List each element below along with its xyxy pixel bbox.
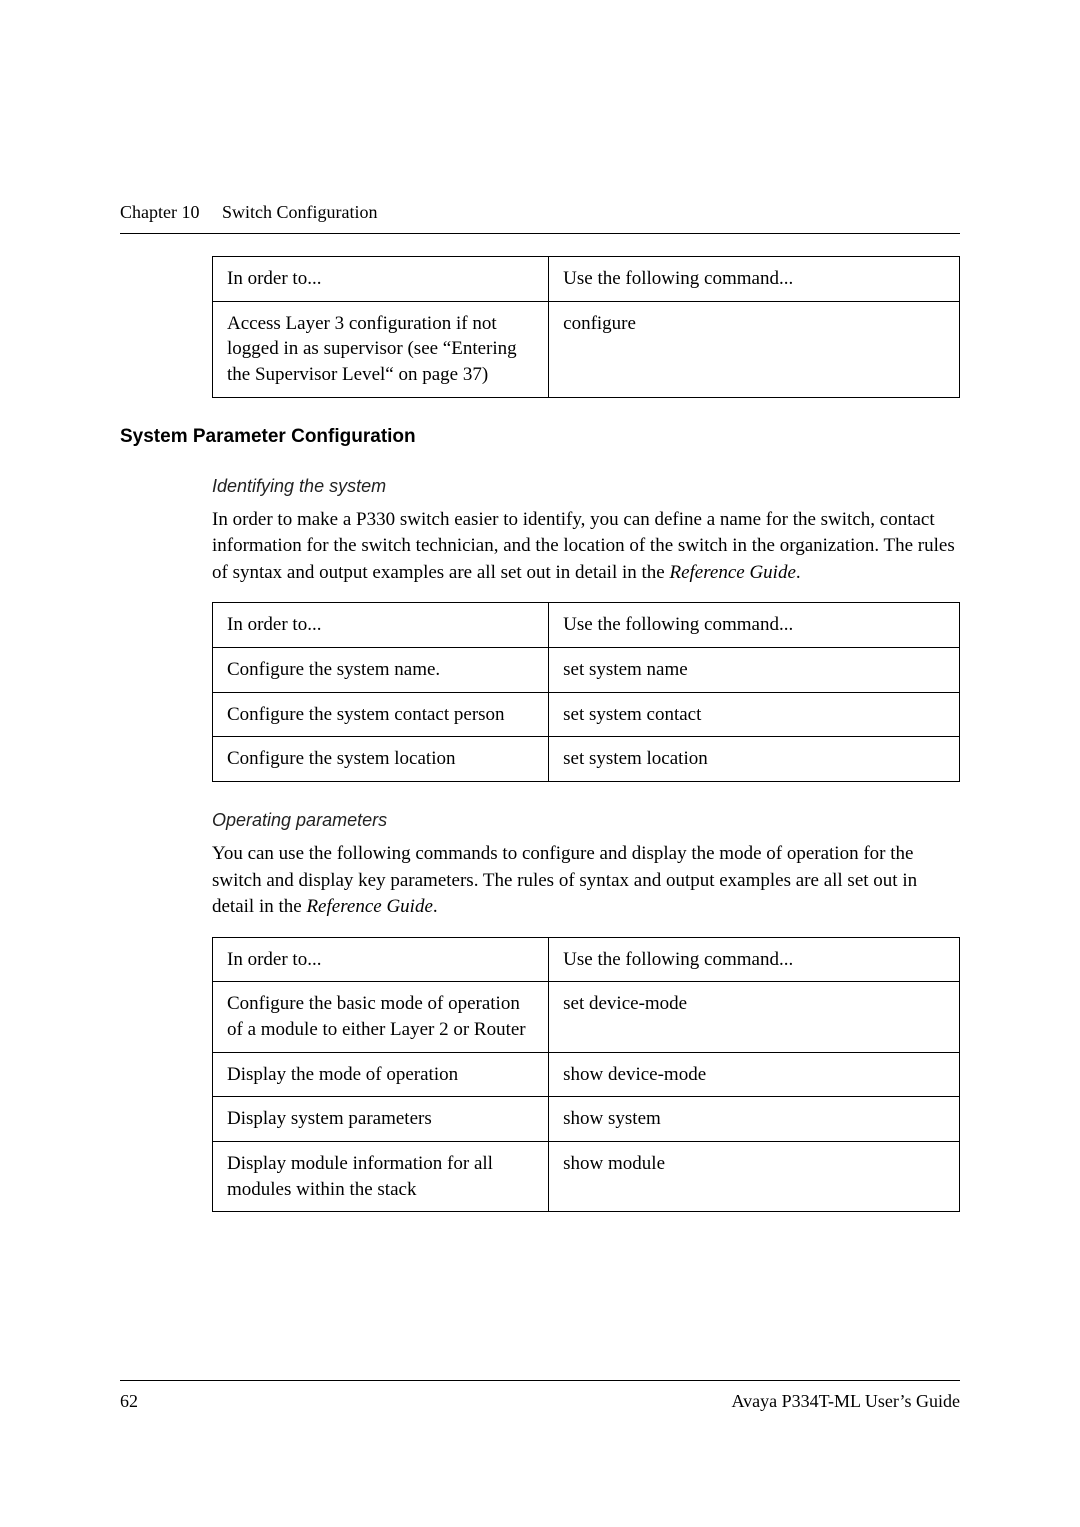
table-cell: configure — [549, 301, 960, 397]
section-heading: System Parameter Configuration — [120, 426, 960, 448]
table-header-row: In order to... Use the following command… — [213, 603, 960, 648]
table-header-cell: In order to... — [213, 937, 549, 982]
table-header-row: In order to... Use the following command… — [213, 257, 960, 302]
table-header-cell: In order to... — [213, 603, 549, 648]
table-cell: set system name — [549, 647, 960, 692]
command-table-3: In order to... Use the following command… — [212, 937, 960, 1212]
header-divider — [120, 233, 960, 234]
table-header-cell: Use the following command... — [549, 257, 960, 302]
table-header-cell: Use the following command... — [549, 603, 960, 648]
command-table-1: In order to... Use the following command… — [212, 256, 960, 398]
body-paragraph: You can use the following commands to co… — [212, 841, 960, 921]
page-footer: 62 Avaya P334T-ML User’s Guide — [120, 1380, 960, 1412]
table-row: Configure the system name. set system na… — [213, 647, 960, 692]
table-row: Configure the system location set system… — [213, 737, 960, 782]
table-cell: Display the mode of operation — [213, 1052, 549, 1097]
table-header-row: In order to... Use the following command… — [213, 937, 960, 982]
table-cell: show module — [549, 1141, 960, 1211]
table-cell: show system — [549, 1097, 960, 1142]
command-table-2: In order to... Use the following command… — [212, 602, 960, 782]
table-row: Display system parameters show system — [213, 1097, 960, 1142]
chapter-number: Chapter 10 — [120, 202, 199, 222]
table-row: Access Layer 3 configuration if not logg… — [213, 301, 960, 397]
table-cell: set system contact — [549, 692, 960, 737]
paragraph-end: . — [796, 562, 801, 583]
table-cell: Configure the system name. — [213, 647, 549, 692]
paragraph-italic: Reference Guide — [306, 896, 432, 917]
table-row: Display the mode of operation show devic… — [213, 1052, 960, 1097]
footer-divider — [120, 1380, 960, 1381]
paragraph-text: In order to make a P330 switch easier to… — [212, 509, 955, 583]
table-cell: set device-mode — [549, 982, 960, 1052]
table-cell: set system location — [549, 737, 960, 782]
table-cell: Display system parameters — [213, 1097, 549, 1142]
paragraph-end: . — [433, 896, 438, 917]
table-header-cell: In order to... — [213, 257, 549, 302]
sub-heading: Identifying the system — [212, 476, 960, 497]
page-header: Chapter 10 Switch Configuration — [120, 202, 960, 223]
sub-heading: Operating parameters — [212, 810, 960, 831]
table-cell: Configure the basic mode of operation of… — [213, 982, 549, 1052]
table-row: Configure the system contact person set … — [213, 692, 960, 737]
table-cell: Display module information for all modul… — [213, 1141, 549, 1211]
table-cell: show device-mode — [549, 1052, 960, 1097]
page-number: 62 — [120, 1391, 138, 1412]
table-header-cell: Use the following command... — [549, 937, 960, 982]
table-row: Display module information for all modul… — [213, 1141, 960, 1211]
table-cell: Configure the system contact person — [213, 692, 549, 737]
table-cell: Configure the system location — [213, 737, 549, 782]
paragraph-italic: Reference Guide — [669, 562, 795, 583]
doc-title: Avaya P334T-ML User’s Guide — [732, 1391, 960, 1412]
chapter-title: Switch Configuration — [222, 202, 378, 222]
table-row: Configure the basic mode of operation of… — [213, 982, 960, 1052]
table-cell: Access Layer 3 configuration if not logg… — [213, 301, 549, 397]
body-paragraph: In order to make a P330 switch easier to… — [212, 507, 960, 587]
